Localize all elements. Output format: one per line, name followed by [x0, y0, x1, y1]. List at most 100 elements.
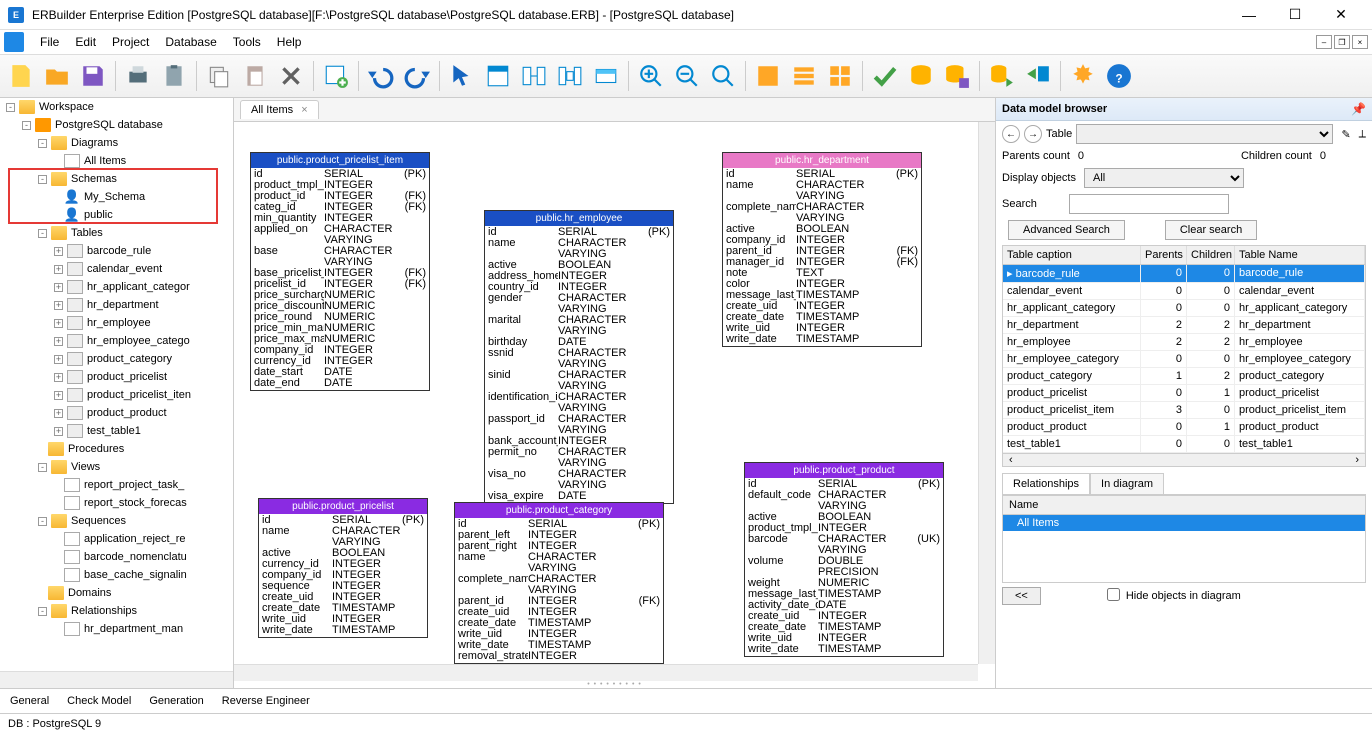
mdi-minimize[interactable]: –: [1316, 35, 1332, 49]
add-table-icon[interactable]: [319, 59, 353, 93]
tree-body[interactable]: -Workspace-PostgreSQL database-DiagramsA…: [0, 98, 233, 671]
er-canvas[interactable]: public.product_pricelist_itemidSERIAL(PK…: [234, 122, 995, 681]
clear-search-button[interactable]: Clear search: [1165, 220, 1257, 240]
col-caption[interactable]: Table caption: [1003, 246, 1141, 264]
table-row[interactable]: hr_employee22hr_employee: [1003, 334, 1365, 351]
tree-diagrams[interactable]: -Diagrams: [0, 134, 233, 152]
search-input[interactable]: [1069, 194, 1229, 214]
tab-all-items[interactable]: All Items ×: [240, 100, 319, 119]
mdi-close[interactable]: ×: [1352, 35, 1368, 49]
table-row[interactable]: ▸ barcode_rule00barcode_rule: [1003, 265, 1365, 283]
goto-button[interactable]: <<: [1002, 587, 1041, 605]
zoom-fit-icon[interactable]: [706, 59, 740, 93]
tree-table-9[interactable]: +product_product: [0, 404, 233, 422]
grid-scroll-right[interactable]: ›: [1349, 454, 1365, 466]
tree-hscroll[interactable]: [0, 671, 233, 688]
tree-seq-1[interactable]: barcode_nomenclatu: [0, 548, 233, 566]
entity-product_pricelist[interactable]: public.product_pricelistidSERIAL(PK)name…: [258, 498, 428, 638]
tree-database[interactable]: -PostgreSQL database: [0, 116, 233, 134]
nav-fwd-icon[interactable]: →: [1024, 125, 1042, 143]
menu-database[interactable]: Database: [157, 31, 224, 53]
db-up-icon[interactable]: [904, 59, 938, 93]
settings-icon[interactable]: [1066, 59, 1100, 93]
tree-table-0[interactable]: +barcode_rule: [0, 242, 233, 260]
save-icon[interactable]: [76, 59, 110, 93]
grid-scroll-left[interactable]: ‹: [1003, 454, 1019, 466]
menu-help[interactable]: Help: [269, 31, 310, 53]
entity-hr_department[interactable]: public.hr_departmentidSERIAL(PK)nameCHAR…: [722, 152, 922, 347]
new-icon[interactable]: [4, 59, 38, 93]
new-entity-icon[interactable]: [481, 59, 515, 93]
tree-sequences[interactable]: -Sequences: [0, 512, 233, 530]
db-import-icon[interactable]: [1021, 59, 1055, 93]
layout-grid-icon[interactable]: [823, 59, 857, 93]
tree-seq-2[interactable]: base_cache_signalin: [0, 566, 233, 584]
tree-table-6[interactable]: +product_category: [0, 350, 233, 368]
table-row[interactable]: product_pricelist01product_pricelist: [1003, 385, 1365, 402]
print-icon[interactable]: [121, 59, 155, 93]
nav-back-icon[interactable]: ←: [1002, 125, 1020, 143]
tree-tables[interactable]: -Tables: [0, 224, 233, 242]
table-row[interactable]: test_table100test_table1: [1003, 436, 1365, 453]
entity-pricelist_item[interactable]: public.product_pricelist_itemidSERIAL(PK…: [250, 152, 430, 391]
pin-icon[interactable]: 📌: [1351, 102, 1366, 116]
tree-rel-0[interactable]: hr_department_man: [0, 620, 233, 638]
tree-table-4[interactable]: +hr_employee: [0, 314, 233, 332]
tree-table-2[interactable]: +hr_applicant_categor: [0, 278, 233, 296]
tree-relationships[interactable]: -Relationships: [0, 602, 233, 620]
display-objects-select[interactable]: All: [1084, 168, 1244, 188]
col-name[interactable]: Table Name: [1235, 246, 1365, 264]
tab-in-diagram[interactable]: In diagram: [1090, 473, 1164, 494]
close-icon[interactable]: ×: [301, 104, 307, 116]
tree-table-8[interactable]: +product_pricelist_iten: [0, 386, 233, 404]
col-parents[interactable]: Parents: [1141, 246, 1187, 264]
tree-table-10[interactable]: +test_table1: [0, 422, 233, 440]
paste-icon[interactable]: [238, 59, 272, 93]
relation-nn-icon[interactable]: [553, 59, 587, 93]
canvas-hscroll[interactable]: [234, 664, 978, 681]
tree-table-5[interactable]: +hr_employee_catego: [0, 332, 233, 350]
zoom-out-icon[interactable]: [670, 59, 704, 93]
open-icon[interactable]: [40, 59, 74, 93]
col-children[interactable]: Children: [1187, 246, 1235, 264]
rel-list-item[interactable]: All Items: [1003, 515, 1365, 531]
tables-grid[interactable]: Table caption Parents Children Table Nam…: [1002, 245, 1366, 467]
table-row[interactable]: product_product01product_product: [1003, 419, 1365, 436]
tree-view-1[interactable]: report_stock_forecas: [0, 494, 233, 512]
refresh-icon[interactable]: ⟂: [1359, 128, 1366, 141]
tree-workspace[interactable]: -Workspace: [0, 98, 233, 116]
table-select[interactable]: [1076, 124, 1333, 144]
copy-icon[interactable]: [202, 59, 236, 93]
validate-icon[interactable]: [868, 59, 902, 93]
table-row[interactable]: hr_applicant_category00hr_applicant_cate…: [1003, 300, 1365, 317]
redo-icon[interactable]: [400, 59, 434, 93]
table-row[interactable]: product_category12product_category: [1003, 368, 1365, 385]
hide-objects-checkbox[interactable]: [1107, 588, 1120, 601]
tab-general[interactable]: General: [10, 695, 49, 707]
tree-views[interactable]: -Views: [0, 458, 233, 476]
mdi-restore[interactable]: ❐: [1334, 35, 1350, 49]
tree-view-0[interactable]: report_project_task_: [0, 476, 233, 494]
minimize-button[interactable]: —: [1226, 0, 1272, 30]
tree-domains[interactable]: Domains: [0, 584, 233, 602]
menu-file[interactable]: File: [32, 31, 67, 53]
tab-relationships[interactable]: Relationships: [1002, 473, 1090, 494]
splitter[interactable]: • • • • • • • • •: [234, 681, 995, 688]
tab-check-model[interactable]: Check Model: [67, 695, 131, 707]
db-save-icon[interactable]: [940, 59, 974, 93]
tree-table-3[interactable]: +hr_department: [0, 296, 233, 314]
edit-icon[interactable]: ✎: [1337, 128, 1354, 141]
table-row[interactable]: hr_department22hr_department: [1003, 317, 1365, 334]
table-row[interactable]: product_pricelist_item30product_pricelis…: [1003, 402, 1365, 419]
report-icon[interactable]: [157, 59, 191, 93]
view-icon[interactable]: [589, 59, 623, 93]
tab-reverse-engineer[interactable]: Reverse Engineer: [222, 695, 310, 707]
tab-generation[interactable]: Generation: [149, 695, 203, 707]
help-icon[interactable]: ?: [1102, 59, 1136, 93]
tree-seq-0[interactable]: application_reject_re: [0, 530, 233, 548]
menu-project[interactable]: Project: [104, 31, 157, 53]
pointer-icon[interactable]: [445, 59, 479, 93]
tree-procedures[interactable]: Procedures: [0, 440, 233, 458]
zoom-in-icon[interactable]: [634, 59, 668, 93]
delete-icon[interactable]: [274, 59, 308, 93]
